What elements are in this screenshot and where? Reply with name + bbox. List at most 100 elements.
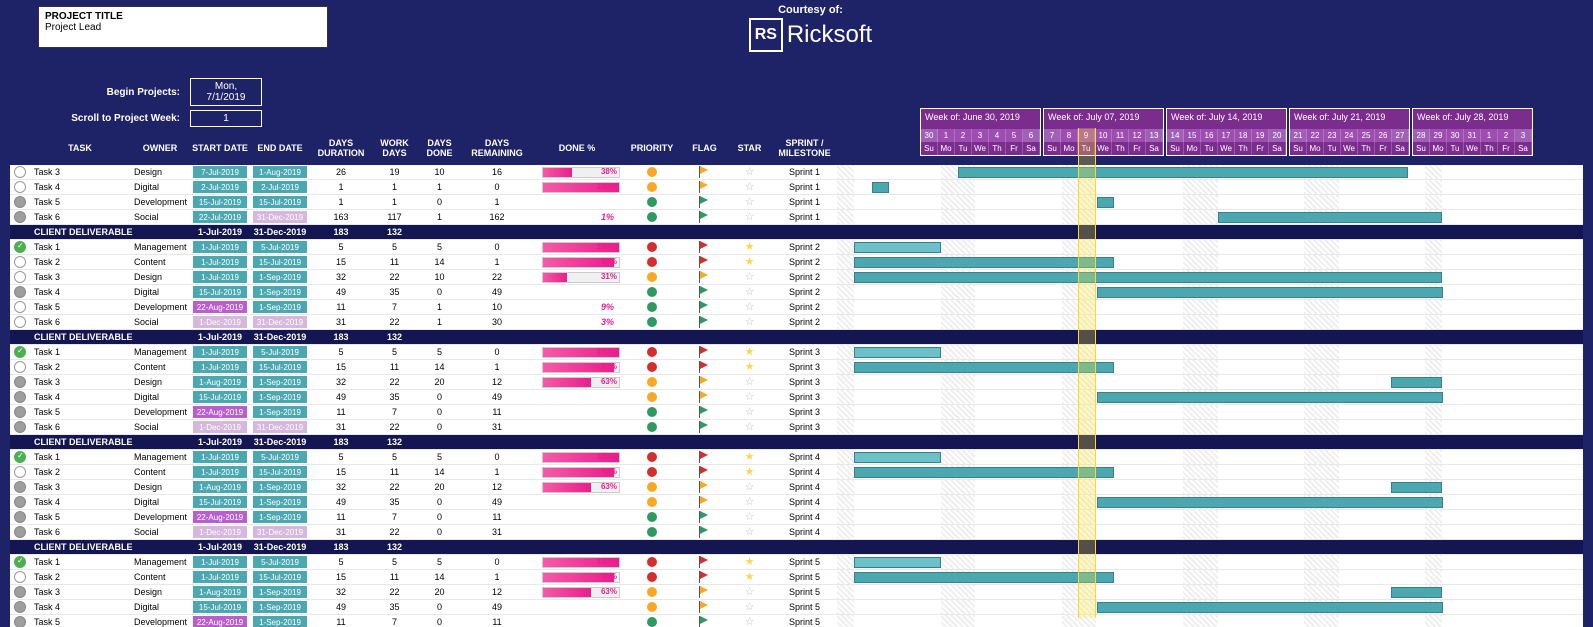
priority-icon[interactable] — [647, 527, 657, 537]
priority-icon[interactable] — [647, 467, 657, 477]
gantt-bar[interactable] — [1391, 587, 1443, 598]
start-date[interactable]: 22-Aug-2019 — [192, 510, 248, 524]
start-date[interactable]: 15-Jul-2019 — [192, 495, 248, 509]
start-date[interactable]: 1-Dec-2019 — [192, 525, 248, 539]
start-date[interactable]: 1-Jul-2019 — [192, 570, 248, 584]
end-date[interactable]: 15-Jul-2019 — [252, 255, 308, 269]
flag-icon[interactable] — [700, 256, 710, 268]
end-date[interactable]: 2-Jul-2019 — [252, 180, 308, 194]
status-icon[interactable] — [14, 286, 26, 298]
task-row[interactable]: Task 5Development22-Aug-20191-Sep-201911… — [10, 405, 1583, 420]
end-date[interactable]: 1-Sep-2019 — [252, 480, 308, 494]
end-date[interactable]: 31-Dec-2019 — [252, 420, 308, 434]
gantt-bar[interactable] — [854, 467, 1114, 478]
flag-icon[interactable] — [700, 601, 710, 613]
flag-icon[interactable] — [700, 571, 710, 583]
priority-icon[interactable] — [647, 347, 657, 357]
gantt-bar[interactable] — [1391, 377, 1443, 388]
task-row[interactable]: Task 1Management1-Jul-20195-Jul-20195550… — [10, 345, 1583, 360]
priority-icon[interactable] — [647, 452, 657, 462]
priority-icon[interactable] — [647, 257, 657, 267]
star-icon[interactable]: ☆ — [745, 197, 755, 208]
priority-icon[interactable] — [647, 422, 657, 432]
status-icon[interactable] — [14, 166, 26, 178]
start-date[interactable]: 22-Jul-2019 — [192, 210, 248, 224]
gantt-bar[interactable] — [854, 272, 1442, 283]
task-row[interactable]: Task 3Design7-Jul-20191-Aug-201926191016… — [10, 165, 1583, 180]
priority-icon[interactable] — [647, 557, 657, 567]
star-icon[interactable]: ☆ — [745, 302, 755, 313]
end-date[interactable]: 1-Sep-2019 — [252, 495, 308, 509]
status-icon[interactable] — [14, 271, 26, 283]
gantt-bar[interactable] — [1097, 392, 1443, 403]
flag-icon[interactable] — [700, 511, 710, 523]
start-date[interactable]: 1-Jul-2019 — [192, 345, 248, 359]
gantt-bar[interactable] — [854, 572, 1114, 583]
start-date[interactable]: 22-Aug-2019 — [192, 615, 248, 627]
star-icon[interactable]: ☆ — [745, 392, 755, 403]
status-icon[interactable] — [14, 361, 26, 373]
status-icon[interactable] — [14, 256, 26, 268]
star-icon[interactable]: ☆ — [745, 272, 755, 283]
status-icon[interactable] — [14, 376, 26, 388]
task-row[interactable]: Task 5Development22-Aug-20191-Sep-201911… — [10, 510, 1583, 525]
status-icon[interactable] — [14, 556, 26, 568]
star-icon[interactable]: ★ — [745, 467, 755, 478]
start-date[interactable]: 2-Jul-2019 — [192, 180, 248, 194]
flag-icon[interactable] — [700, 361, 710, 373]
star-icon[interactable]: ★ — [745, 257, 755, 268]
end-date[interactable]: 5-Jul-2019 — [252, 345, 308, 359]
flag-icon[interactable] — [700, 466, 710, 478]
task-row[interactable]: Task 1Management1-Jul-20195-Jul-20195550… — [10, 240, 1583, 255]
flag-icon[interactable] — [700, 556, 710, 568]
task-row[interactable]: Task 3Design1-Jul-20191-Sep-201932221022… — [10, 270, 1583, 285]
star-icon[interactable]: ★ — [745, 362, 755, 373]
status-icon[interactable] — [14, 211, 26, 223]
star-icon[interactable]: ★ — [745, 572, 755, 583]
priority-icon[interactable] — [647, 617, 657, 627]
status-icon[interactable] — [14, 571, 26, 583]
end-date[interactable]: 31-Dec-2019 — [252, 315, 308, 329]
start-date[interactable]: 1-Jul-2019 — [192, 450, 248, 464]
flag-icon[interactable] — [700, 211, 710, 223]
flag-icon[interactable] — [700, 241, 710, 253]
task-row[interactable]: Task 6Social22-Jul-201931-Dec-2019163117… — [10, 210, 1583, 225]
status-icon[interactable] — [14, 301, 26, 313]
star-icon[interactable]: ☆ — [745, 587, 755, 598]
star-icon[interactable]: ☆ — [745, 422, 755, 433]
end-date[interactable]: 1-Aug-2019 — [252, 165, 308, 179]
deliverable-row[interactable]: CLIENT DELIVERABLE1-Jul-201931-Dec-20191… — [10, 540, 1583, 555]
status-icon[interactable] — [14, 526, 26, 538]
status-icon[interactable] — [14, 586, 26, 598]
flag-icon[interactable] — [700, 166, 710, 178]
gantt-bar[interactable] — [854, 242, 941, 253]
start-date[interactable]: 15-Jul-2019 — [192, 600, 248, 614]
status-icon[interactable] — [14, 316, 26, 328]
star-icon[interactable]: ★ — [745, 557, 755, 568]
task-row[interactable]: Task 6Social1-Dec-201931-Dec-20193122130… — [10, 315, 1583, 330]
status-icon[interactable] — [14, 241, 26, 253]
priority-icon[interactable] — [647, 287, 657, 297]
gantt-bar[interactable] — [1097, 602, 1443, 613]
task-row[interactable]: Task 2Content1-Jul-201915-Jul-2019151114… — [10, 465, 1583, 480]
priority-icon[interactable] — [647, 572, 657, 582]
task-row[interactable]: Task 5Development22-Aug-20191-Sep-201911… — [10, 300, 1583, 315]
task-row[interactable]: Task 1Management1-Jul-20195-Jul-20195550… — [10, 450, 1583, 465]
end-date[interactable]: 1-Sep-2019 — [252, 510, 308, 524]
status-icon[interactable] — [14, 406, 26, 418]
status-icon[interactable] — [14, 196, 26, 208]
priority-icon[interactable] — [647, 377, 657, 387]
start-date[interactable]: 22-Aug-2019 — [192, 300, 248, 314]
end-date[interactable]: 15-Jul-2019 — [252, 360, 308, 374]
project-title-box[interactable]: PROJECT TITLE Project Lead — [38, 6, 328, 48]
start-date[interactable]: 1-Jul-2019 — [192, 255, 248, 269]
end-date[interactable]: 1-Sep-2019 — [252, 390, 308, 404]
start-date[interactable]: 1-Dec-2019 — [192, 420, 248, 434]
flag-icon[interactable] — [700, 616, 710, 627]
status-icon[interactable] — [14, 346, 26, 358]
task-row[interactable]: Task 1Management1-Jul-20195-Jul-20195550… — [10, 555, 1583, 570]
priority-icon[interactable] — [647, 407, 657, 417]
flag-icon[interactable] — [700, 421, 710, 433]
task-row[interactable]: Task 5Development22-Aug-20191-Sep-201911… — [10, 615, 1583, 627]
flag-icon[interactable] — [700, 301, 710, 313]
